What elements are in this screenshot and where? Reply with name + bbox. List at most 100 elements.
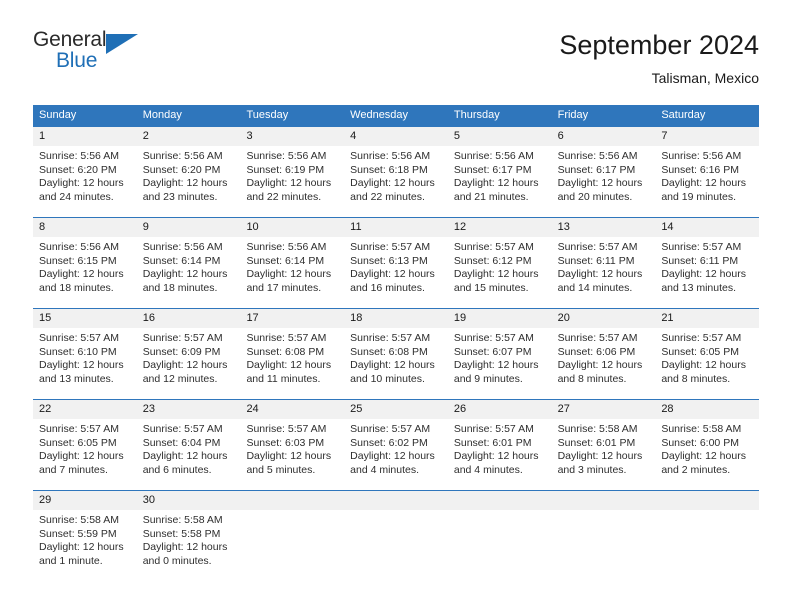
daylight-text-line2: and 19 minutes.	[661, 190, 737, 203]
daylight-text-line2: and 24 minutes.	[39, 190, 114, 203]
day-number: 11	[344, 218, 448, 237]
day-cell[interactable]: 19 Sunrise: 5:57 AM Sunset: 6:07 PM Dayl…	[447, 309, 552, 399]
sunrise-text: Sunrise: 5:56 AM	[453, 150, 534, 162]
sunrise-text: Sunrise: 5:57 AM	[39, 423, 119, 435]
day-cell[interactable]: 1 Sunrise: 5:56 AM Sunset: 6:20 PM Dayli…	[33, 127, 137, 217]
day-cell[interactable]: 8 Sunrise: 5:56 AM Sunset: 6:15 PM Dayli…	[33, 218, 137, 308]
sunrise-text: Sunrise: 5:57 AM	[557, 332, 638, 344]
day-number: 23	[136, 400, 241, 419]
day-details: Sunrise: 5:57 AM Sunset: 6:08 PM Dayligh…	[344, 328, 448, 386]
sunset-text: Sunset: 6:14 PM	[246, 254, 325, 267]
day-number: 25	[344, 400, 448, 419]
sunset-text: Sunset: 6:10 PM	[39, 345, 117, 358]
daylight-text-line2: and 18 minutes.	[142, 281, 218, 294]
day-cell[interactable]: 6 Sunrise: 5:56 AM Sunset: 6:17 PM Dayli…	[551, 127, 656, 217]
general-blue-logo[interactable]: General Blue	[33, 28, 153, 84]
sunset-text: Sunset: 5:59 PM	[39, 527, 117, 540]
day-cell[interactable]: 26 Sunrise: 5:57 AM Sunset: 6:01 PM Dayl…	[447, 400, 552, 490]
sunset-text: Sunset: 6:14 PM	[142, 254, 221, 267]
sunrise-text: Sunrise: 5:56 AM	[39, 150, 119, 162]
day-details: Sunrise: 5:56 AM Sunset: 6:17 PM Dayligh…	[552, 146, 656, 204]
weekday-header-monday: Monday	[142, 109, 182, 121]
day-cell[interactable]: 17 Sunrise: 5:57 AM Sunset: 6:08 PM Dayl…	[240, 309, 345, 399]
day-cell[interactable]: 13 Sunrise: 5:57 AM Sunset: 6:11 PM Dayl…	[551, 218, 656, 308]
day-cell[interactable]: 21 Sunrise: 5:57 AM Sunset: 6:05 PM Dayl…	[655, 309, 760, 399]
sunset-text: Sunset: 6:01 PM	[557, 436, 636, 449]
day-number: 7	[655, 127, 760, 146]
daylight-text-line1: Daylight: 12 hours	[557, 177, 643, 190]
day-details: Sunrise: 5:56 AM Sunset: 6:20 PM Dayligh…	[137, 146, 241, 204]
day-cell[interactable]: 15 Sunrise: 5:57 AM Sunset: 6:10 PM Dayl…	[33, 309, 137, 399]
daylight-text-line1: Daylight: 12 hours	[246, 450, 332, 463]
daylight-text-line2: and 0 minutes.	[142, 554, 212, 567]
daylight-text-line2: and 16 minutes.	[350, 281, 425, 294]
day-cell[interactable]: 25 Sunrise: 5:57 AM Sunset: 6:02 PM Dayl…	[344, 400, 448, 490]
calendar-week-row: 22 Sunrise: 5:57 AM Sunset: 6:05 PM Dayl…	[33, 399, 760, 490]
day-cell[interactable]: 22 Sunrise: 5:57 AM Sunset: 6:05 PM Dayl…	[33, 400, 137, 490]
day-details: Sunrise: 5:56 AM Sunset: 6:20 PM Dayligh…	[33, 146, 137, 204]
day-number: 26	[447, 400, 552, 419]
sunrise-text: Sunrise: 5:57 AM	[246, 332, 327, 344]
sunset-text: Sunset: 6:11 PM	[661, 254, 739, 267]
day-cell[interactable]: 12 Sunrise: 5:57 AM Sunset: 6:12 PM Dayl…	[447, 218, 552, 308]
daylight-text-line1: Daylight: 12 hours	[557, 268, 643, 281]
day-cell[interactable]: 14 Sunrise: 5:57 AM Sunset: 6:11 PM Dayl…	[655, 218, 760, 308]
sunrise-text: Sunrise: 5:57 AM	[39, 332, 119, 344]
day-cell[interactable]: 9 Sunrise: 5:56 AM Sunset: 6:14 PM Dayli…	[136, 218, 241, 308]
day-number: 8	[33, 218, 137, 237]
sunset-text: Sunset: 6:02 PM	[350, 436, 428, 449]
logo-triangle-icon	[106, 34, 138, 54]
day-cell[interactable]: 11 Sunrise: 5:57 AM Sunset: 6:13 PM Dayl…	[344, 218, 448, 308]
daylight-text-line2: and 5 minutes.	[246, 463, 316, 476]
day-number: 14	[655, 218, 760, 237]
daylight-text-line1: Daylight: 12 hours	[661, 450, 746, 463]
day-cell[interactable]: 7 Sunrise: 5:56 AM Sunset: 6:16 PM Dayli…	[655, 127, 760, 217]
day-cell[interactable]: 29 Sunrise: 5:58 AM Sunset: 5:59 PM Dayl…	[33, 491, 137, 577]
day-cell[interactable]: 28 Sunrise: 5:58 AM Sunset: 6:00 PM Dayl…	[655, 400, 760, 490]
day-number	[655, 491, 760, 510]
day-cell[interactable]: 30 Sunrise: 5:58 AM Sunset: 5:58 PM Dayl…	[136, 491, 241, 577]
day-cell-empty	[344, 491, 448, 577]
day-details: Sunrise: 5:57 AM Sunset: 6:13 PM Dayligh…	[344, 237, 448, 295]
calendar-week-row: 29 Sunrise: 5:58 AM Sunset: 5:59 PM Dayl…	[33, 490, 760, 577]
daylight-text-line1: Daylight: 12 hours	[453, 359, 539, 372]
day-cell[interactable]: 4 Sunrise: 5:56 AM Sunset: 6:18 PM Dayli…	[344, 127, 448, 217]
daylight-text-line2: and 22 minutes.	[246, 190, 322, 203]
sunrise-text: Sunrise: 5:57 AM	[142, 423, 223, 435]
daylight-text-line1: Daylight: 12 hours	[557, 359, 643, 372]
daylight-text-line1: Daylight: 12 hours	[661, 359, 746, 372]
day-details: Sunrise: 5:57 AM Sunset: 6:01 PM Dayligh…	[448, 419, 552, 477]
day-number: 15	[33, 309, 137, 328]
weekday-header-saturday: Saturday	[661, 109, 706, 121]
calendar-week-row: 1 Sunrise: 5:56 AM Sunset: 6:20 PM Dayli…	[33, 126, 760, 217]
daylight-text-line1: Daylight: 12 hours	[453, 177, 539, 190]
daylight-text-line1: Daylight: 12 hours	[142, 268, 228, 281]
day-cell[interactable]: 3 Sunrise: 5:56 AM Sunset: 6:19 PM Dayli…	[240, 127, 345, 217]
daylight-text-line2: and 7 minutes.	[39, 463, 108, 476]
day-cell-empty	[240, 491, 345, 577]
sunrise-text: Sunrise: 5:58 AM	[661, 423, 742, 435]
day-details: Sunrise: 5:58 AM Sunset: 6:01 PM Dayligh…	[552, 419, 656, 477]
day-cell[interactable]: 10 Sunrise: 5:56 AM Sunset: 6:14 PM Dayl…	[240, 218, 345, 308]
day-number: 27	[551, 400, 656, 419]
day-cell[interactable]: 18 Sunrise: 5:57 AM Sunset: 6:08 PM Dayl…	[344, 309, 448, 399]
day-details: Sunrise: 5:56 AM Sunset: 6:17 PM Dayligh…	[448, 146, 552, 204]
day-details: Sunrise: 5:56 AM Sunset: 6:18 PM Dayligh…	[344, 146, 448, 204]
daylight-text-line2: and 13 minutes.	[661, 281, 737, 294]
page-subtitle-location: Talisman, Mexico	[651, 70, 759, 86]
day-cell[interactable]: 27 Sunrise: 5:58 AM Sunset: 6:01 PM Dayl…	[551, 400, 656, 490]
day-cell[interactable]: 24 Sunrise: 5:57 AM Sunset: 6:03 PM Dayl…	[240, 400, 345, 490]
day-cell[interactable]: 16 Sunrise: 5:57 AM Sunset: 6:09 PM Dayl…	[136, 309, 241, 399]
sunset-text: Sunset: 6:04 PM	[142, 436, 221, 449]
daylight-text-line2: and 14 minutes.	[557, 281, 633, 294]
daylight-text-line2: and 15 minutes.	[453, 281, 529, 294]
day-cell[interactable]: 5 Sunrise: 5:56 AM Sunset: 6:17 PM Dayli…	[447, 127, 552, 217]
day-cell[interactable]: 20 Sunrise: 5:57 AM Sunset: 6:06 PM Dayl…	[551, 309, 656, 399]
sunset-text: Sunset: 5:58 PM	[142, 527, 221, 540]
day-cell[interactable]: 23 Sunrise: 5:57 AM Sunset: 6:04 PM Dayl…	[136, 400, 241, 490]
daylight-text-line1: Daylight: 12 hours	[453, 450, 539, 463]
sunset-text: Sunset: 6:15 PM	[39, 254, 117, 267]
daylight-text-line1: Daylight: 12 hours	[39, 359, 124, 372]
day-cell[interactable]: 2 Sunrise: 5:56 AM Sunset: 6:20 PM Dayli…	[136, 127, 241, 217]
daylight-text-line1: Daylight: 12 hours	[661, 177, 746, 190]
